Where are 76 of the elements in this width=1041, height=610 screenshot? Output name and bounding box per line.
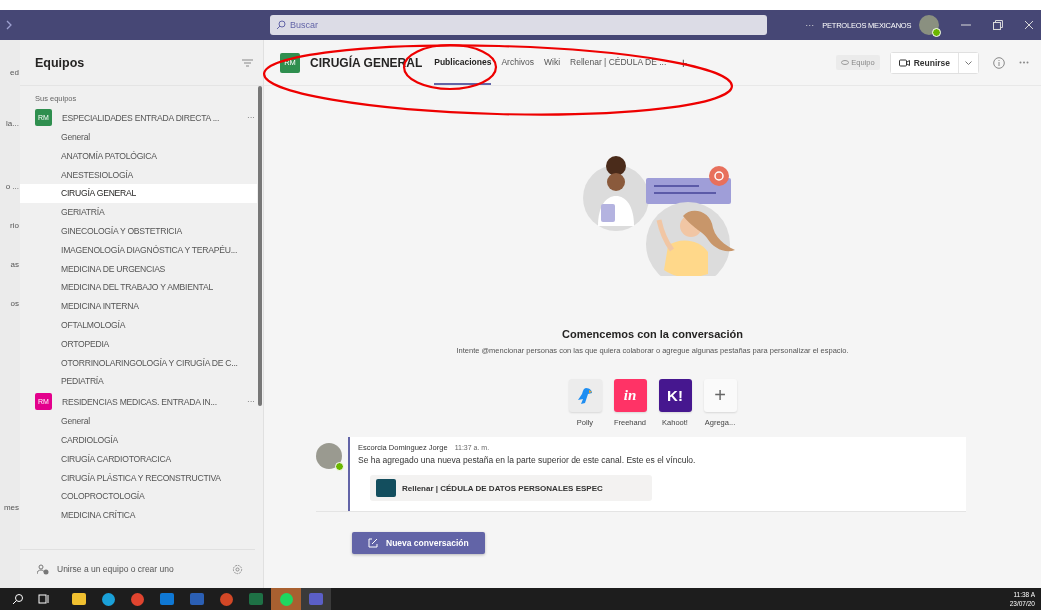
music-app-icon[interactable] [279, 592, 293, 606]
app-bar-label[interactable]: rio [10, 221, 20, 230]
channel-item[interactable]: CIRUGÍA CARDIOTORACICA [20, 449, 257, 469]
channel-item[interactable]: ANESTESIOLOGÍA [20, 165, 257, 185]
channel-item[interactable]: General [20, 128, 257, 147]
channel-tab[interactable]: Publicaciones [434, 40, 492, 85]
app-bar-label[interactable]: la... [6, 119, 20, 128]
channel-item[interactable]: CIRUGÍA PLÁSTICA Y RECONSTRUCTIVA [20, 468, 257, 488]
spreadsheet-app-icon[interactable] [249, 593, 263, 605]
channel-item[interactable]: COLOPROCTOLOGÍA [20, 487, 257, 507]
chevron-icon[interactable] [6, 20, 12, 30]
compose-icon [368, 538, 378, 548]
search-icon[interactable] [12, 593, 24, 605]
close-icon[interactable] [1025, 20, 1033, 30]
app-bar-label[interactable]: o ... [5, 182, 20, 191]
video-camera-icon [898, 57, 910, 68]
channel-item[interactable]: GINECOLOGÍA Y OBSTETRICIA [20, 222, 257, 241]
channel-tab[interactable]: Wiki [544, 40, 561, 85]
join-team-link[interactable]: Unirse a un equipo o crear uno [57, 564, 224, 574]
link-title: Rellenar | CÉDULA DE DATOS PERSONALES ESPEC [402, 483, 603, 493]
channel-tab[interactable]: Archivos [501, 40, 534, 85]
channel-item[interactable]: PEDIATRÍA [20, 372, 257, 392]
scrollbar[interactable] [258, 86, 262, 406]
channel-tab[interactable]: Rellenar | CÉDULA DE ... [570, 40, 667, 85]
mail-app-icon[interactable] [160, 593, 174, 605]
meet-button[interactable]: Reunirse [890, 52, 959, 73]
channel-item[interactable]: IMAGENOLOGÍA DIAGNÓSTICA Y TERAPÉU... [20, 240, 257, 260]
parrot-icon [577, 386, 593, 405]
more-button[interactable]: ··· [247, 397, 255, 407]
more-icon[interactable] [1019, 61, 1029, 64]
channel-item[interactable]: General [20, 412, 257, 431]
folder-icon[interactable] [72, 593, 86, 605]
user-avatar [316, 443, 342, 469]
team-name: ESPECIALIDADES ENTRADA DIRECTA ... [62, 112, 221, 123]
browser-icon[interactable] [131, 592, 144, 606]
channel-item[interactable]: CARDIOLOGÍA [20, 430, 257, 450]
add-icon: + [714, 384, 726, 407]
channel-item[interactable]: ORTOPEDIA [20, 334, 257, 354]
message-text: Se ha agregado una nueva pestaña en la parte superior de este canal. Este es el vínculo. [358, 455, 697, 465]
presentation-app-icon[interactable] [220, 592, 233, 606]
channel-item[interactable]: MEDICINA INTERNA [20, 297, 257, 316]
task-view-icon[interactable] [38, 593, 50, 605]
info-icon[interactable] [993, 56, 1005, 69]
channel-item[interactable]: OFTALMOLOGÍA [20, 315, 257, 335]
app-bar-label[interactable]: as [10, 260, 20, 269]
more-button[interactable]: ··· [805, 20, 815, 30]
form-icon [376, 479, 396, 497]
panel-title: Equipos [35, 55, 85, 70]
app-bar-label[interactable]: os [10, 299, 20, 308]
channel-item[interactable]: MEDICINA DE URGENCIAS [20, 259, 257, 279]
settings-icon[interactable] [232, 563, 243, 575]
maximize-icon[interactable] [993, 20, 1004, 30]
browser-icon[interactable] [102, 592, 115, 606]
channel-item[interactable]: ANATOMÍA PATOLÓGICA [20, 146, 257, 166]
team-name: RESIDENCIAS MEDICAS. ENTRADA IN... [62, 396, 218, 407]
channel-item[interactable]: MEDICINA DEL TRABAJO Y AMBIENTAL [20, 278, 257, 298]
app-logo: K! [667, 387, 683, 404]
channel-item[interactable]: MEDICINA CRÍTICA [20, 506, 257, 525]
channel-item[interactable]: CIRUGÍA GENERAL [20, 184, 257, 204]
more-button[interactable]: ··· [247, 113, 255, 122]
profile-avatar[interactable] [919, 15, 940, 35]
people-add-icon [37, 563, 49, 575]
welcome-heading: Comencemos con la conversación [562, 328, 743, 340]
tab-link-card[interactable]: Rellenar | CÉDULA DE DATOS PERSONALES ESPEC [370, 475, 652, 501]
document-app-icon[interactable] [190, 593, 204, 605]
channel-item[interactable]: OTORRINOLARINGOLOGÍA Y CIRUGÍA DE C... [20, 353, 257, 373]
app-bar-label[interactable]: ed [10, 68, 20, 77]
new-conversation-button[interactable]: Nueva conversación [352, 532, 485, 554]
app-bar-label[interactable]: mes [3, 503, 20, 512]
app-logo: in [623, 387, 637, 404]
chevron-down-icon [965, 60, 972, 65]
channel-item[interactable]: GERIATRÍA [20, 203, 257, 222]
eye-icon [841, 60, 850, 65]
search-field[interactable]: Buscar [269, 15, 768, 35]
filter-icon[interactable] [242, 58, 253, 67]
search-icon [275, 20, 286, 30]
